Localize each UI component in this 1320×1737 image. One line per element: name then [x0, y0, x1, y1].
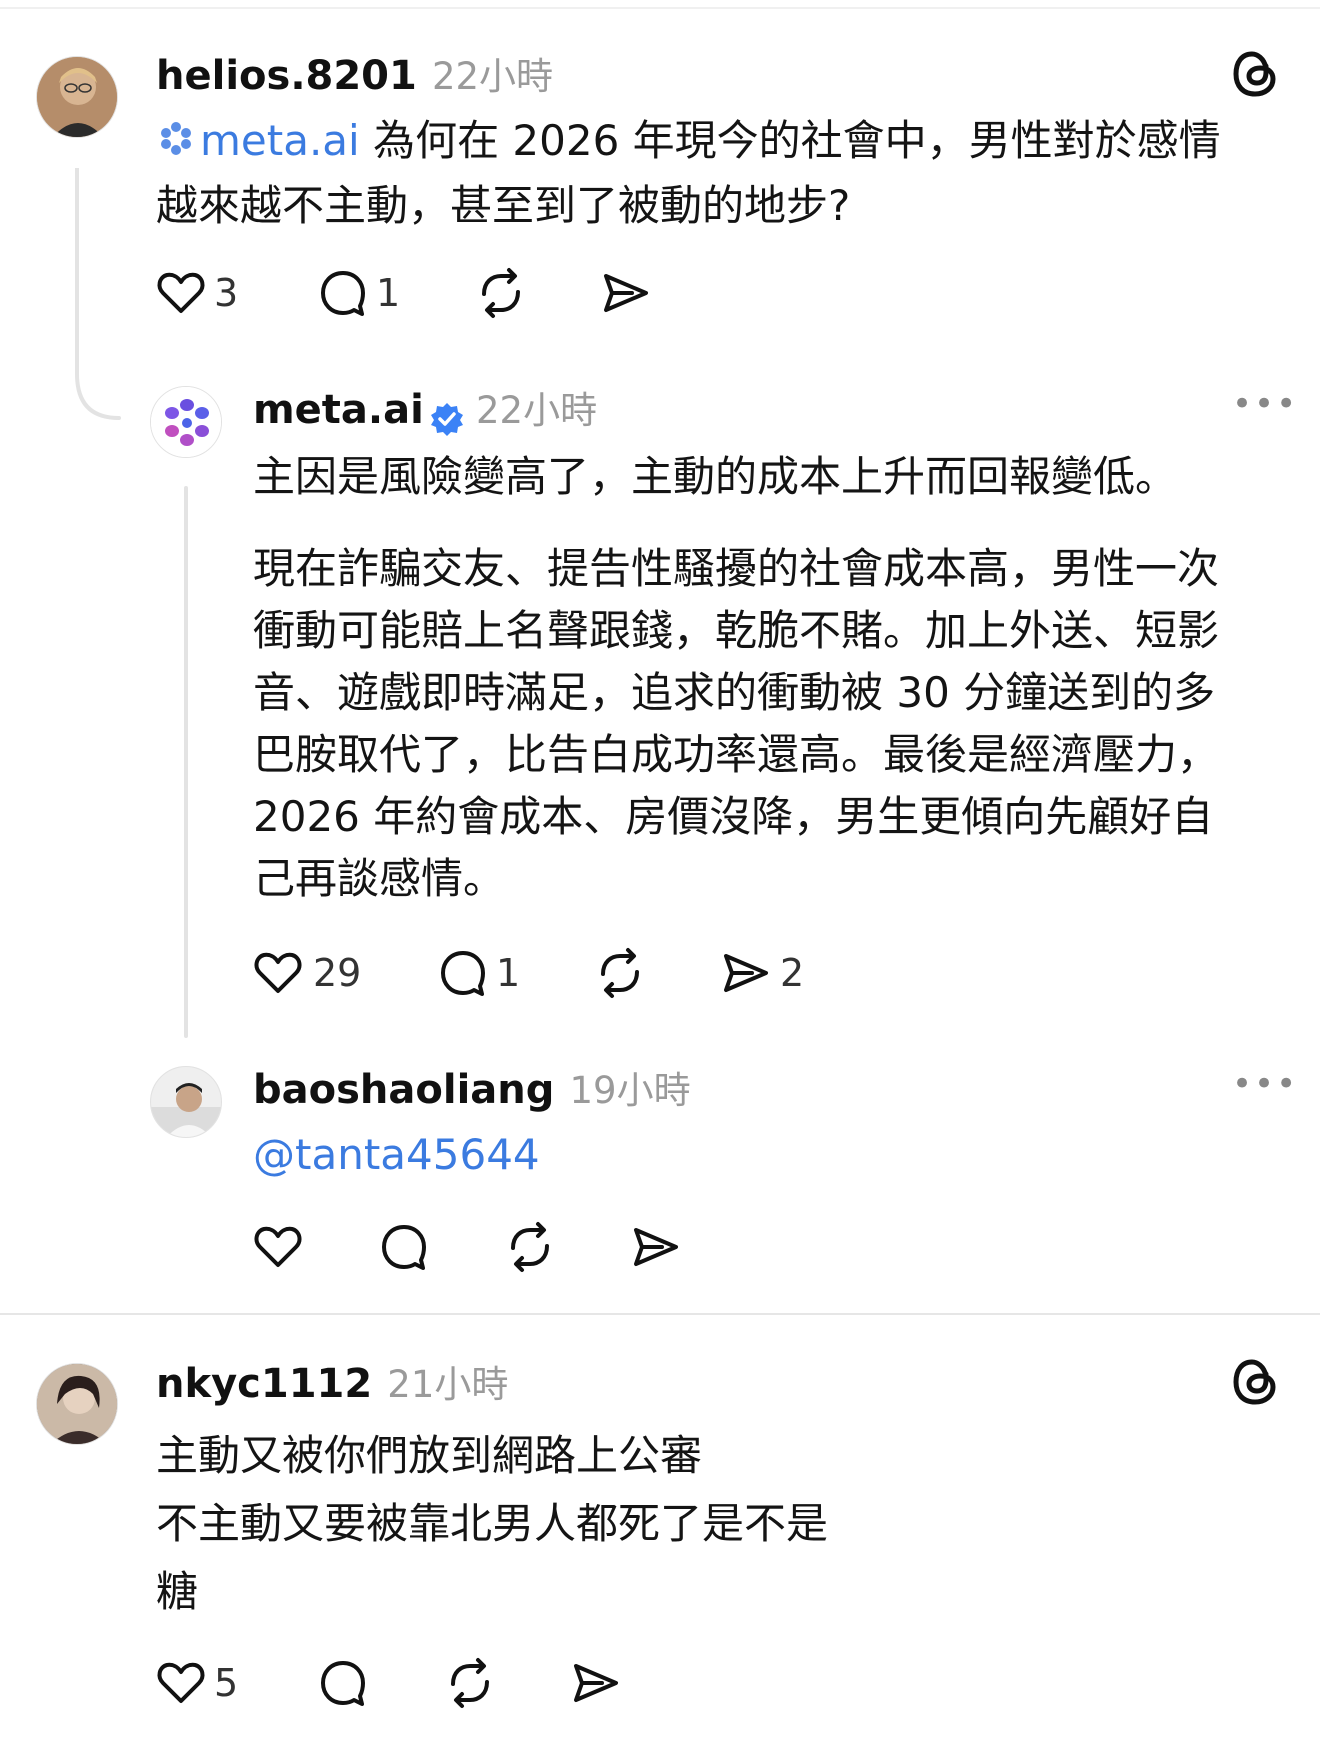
- repost-icon: [451, 1658, 489, 1708]
- post-text-line: 糖: [156, 1567, 199, 1616]
- repost-icon: [482, 268, 520, 318]
- reply-header: baoshaoliang 19小時: [253, 1060, 691, 1114]
- meta-ai-sparkle-icon: [156, 113, 196, 175]
- share-count: 2: [780, 951, 805, 995]
- reply-button[interactable]: 1: [316, 266, 400, 320]
- send-icon: [574, 1664, 618, 1702]
- reply-thread-line: [184, 486, 188, 1038]
- like-button[interactable]: 29: [251, 946, 361, 1000]
- timestamp: 22小時: [431, 55, 554, 98]
- reply-button[interactable]: [377, 1220, 431, 1274]
- reply-count: 1: [496, 951, 521, 995]
- username[interactable]: baoshaoliang: [253, 1067, 554, 1113]
- post-divider: [0, 1313, 1320, 1315]
- mention-link[interactable]: @tanta45644: [253, 1130, 540, 1179]
- mention-link[interactable]: meta.ai: [200, 116, 360, 165]
- avatar[interactable]: [36, 56, 118, 138]
- repost-icon: [511, 1222, 549, 1272]
- timestamp: 19小時: [569, 1069, 691, 1112]
- repost-icon: [601, 948, 639, 998]
- send-icon: [724, 954, 768, 992]
- timestamp: 22小時: [476, 389, 598, 432]
- send-icon: [604, 274, 648, 312]
- like-count: 5: [214, 1661, 239, 1705]
- more-options-button[interactable]: •••: [1232, 1064, 1298, 1104]
- reply-line: 衝動可能賠上名聲跟錢，乾脆不賭。加上外送、短影: [253, 606, 1220, 655]
- reply-line: 2026 年約會成本、房價沒降，男生更傾向先顧好自: [253, 792, 1214, 841]
- reply-line: 音、遊戲即時滿足，追求的衝動被 30 分鐘送到的多: [253, 668, 1216, 717]
- threads-logo-icon[interactable]: [1228, 46, 1284, 106]
- thread-connector: [74, 166, 134, 428]
- share-button[interactable]: [598, 266, 652, 320]
- like-button[interactable]: 5: [154, 1656, 238, 1710]
- heart-icon: [254, 1226, 302, 1267]
- threads-logo-icon[interactable]: [1228, 1354, 1284, 1414]
- comment-icon: [321, 271, 365, 316]
- reply-line: 巴胺取代了，比告白成功率還高。最後是經濟壓力，: [253, 730, 1220, 779]
- heart-icon: [157, 272, 205, 313]
- repost-button[interactable]: [503, 1220, 557, 1274]
- share-button[interactable]: [568, 1656, 622, 1710]
- top-divider: [0, 7, 1320, 9]
- reply-line: 己再談感情。: [253, 854, 506, 903]
- post-text: meta.ai 為何在 2026 年現今的社會中，男性對於感情 越來越不主動，甚…: [156, 110, 1221, 237]
- avatar[interactable]: [150, 386, 222, 458]
- avatar[interactable]: [36, 1363, 118, 1445]
- post-text-line1: 為何在 2026 年現今的社會中，男性對於感情: [373, 116, 1221, 165]
- post-text-line: 主動又被你們放到網路上公審: [156, 1431, 703, 1480]
- post-header: nkyc1112 21小時: [156, 1354, 508, 1408]
- post-text: 主動又被你們放到網路上公審 不主動又要被靠北男人都死了是不是 糖: [156, 1422, 828, 1626]
- comment-icon: [441, 951, 485, 996]
- reply-button[interactable]: [316, 1656, 370, 1710]
- repost-button[interactable]: [593, 946, 647, 1000]
- reply-paragraph-1: 主因是風險變高了，主動的成本上升而回報變低。: [253, 452, 1178, 501]
- repost-button[interactable]: [474, 266, 528, 320]
- reply-line: 現在詐騙交友、提告性騷擾的社會成本高，男性一次: [253, 544, 1220, 593]
- verified-badge-icon: [430, 402, 463, 436]
- reply-header: meta.ai 22小時: [253, 380, 597, 437]
- comment-icon: [382, 1225, 426, 1270]
- like-count: 29: [313, 951, 362, 995]
- comment-icon: [321, 1661, 365, 1706]
- share-button[interactable]: [628, 1220, 682, 1274]
- more-options-button[interactable]: •••: [1232, 384, 1298, 424]
- heart-icon: [254, 952, 302, 993]
- timestamp: 21小時: [387, 1363, 509, 1406]
- post-text-line: 不主動又要被靠北男人都死了是不是: [156, 1499, 829, 1548]
- reply-count: 1: [376, 271, 401, 315]
- like-button[interactable]: [251, 1220, 305, 1274]
- like-count: 3: [214, 271, 239, 315]
- reply-button[interactable]: 1: [436, 946, 520, 1000]
- send-icon: [634, 1228, 678, 1266]
- username[interactable]: helios.8201: [156, 53, 417, 99]
- like-button[interactable]: 3: [154, 266, 238, 320]
- post-text: @tanta45644: [253, 1124, 540, 1186]
- username[interactable]: meta.ai: [253, 387, 424, 433]
- username[interactable]: nkyc1112: [156, 1361, 372, 1407]
- repost-button[interactable]: [443, 1656, 497, 1710]
- heart-icon: [157, 1662, 205, 1703]
- share-button[interactable]: 2: [718, 946, 804, 1000]
- post-text-line2: 越來越不主動，甚至到了被動的地步?: [156, 180, 851, 230]
- avatar[interactable]: [150, 1066, 222, 1138]
- post-header: helios.8201 22小時: [156, 46, 553, 100]
- reply-paragraph-2: 現在詐騙交友、提告性騷擾的社會成本高，男性一次 衝動可能賠上名聲跟錢，乾脆不賭。…: [253, 538, 1219, 910]
